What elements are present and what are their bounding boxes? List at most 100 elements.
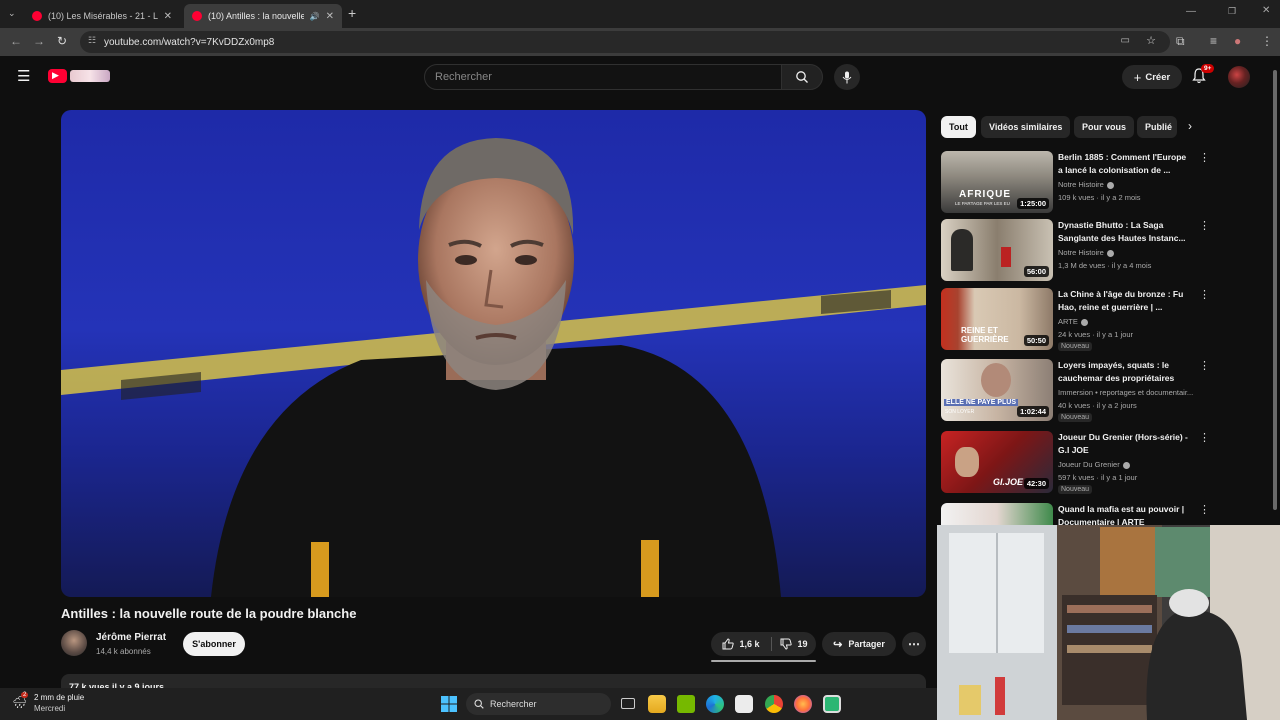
recommendation-item[interactable]: Quand la mafia est au pouvoir | Document… <box>941 503 1211 525</box>
close-tab-icon[interactable]: ✕ <box>326 11 334 22</box>
dislike-button[interactable]: 19 <box>772 632 816 656</box>
page-scrollbar[interactable] <box>1272 60 1278 520</box>
share-button[interactable]: ↪ Partager <box>822 632 896 656</box>
weather-day: Mercredi <box>34 704 66 713</box>
taskbar-search-box[interactable]: Rechercher <box>466 693 611 715</box>
address-bar[interactable]: ☷ youtube.com/watch?v=7KvDDZx0mp8 ▭ ☆ <box>80 31 1170 53</box>
forward-icon[interactable]: → <box>33 34 45 48</box>
extensions-icon[interactable]: ⧉ <box>1176 34 1185 49</box>
create-label: Créer <box>1145 71 1171 83</box>
channel-avatar[interactable] <box>61 630 87 656</box>
tab-search-icon[interactable]: ≡ <box>1210 34 1217 48</box>
subscribe-button[interactable]: S'abonner <box>183 632 245 656</box>
hamburger-menu-icon[interactable]: ☰ <box>17 67 30 85</box>
verified-icon <box>1106 181 1114 189</box>
thumbnail-text: REINE ET GUERRIÈRE <box>961 326 1009 344</box>
recommendation-channel: Immersion • reportages et documentair... <box>1058 388 1194 397</box>
duration-badge: 50:50 <box>1023 335 1049 346</box>
chip-related[interactable]: Vidéos similaires <box>981 116 1071 138</box>
channel-name[interactable]: Jérôme Pierrat <box>96 632 166 643</box>
thumbnail-figure <box>955 447 979 477</box>
duration-badge: 1:02:44 <box>1017 406 1049 417</box>
back-icon[interactable]: ← <box>10 34 22 48</box>
app-icon[interactable] <box>823 695 841 713</box>
like-button[interactable]: 1,6 k <box>711 632 771 656</box>
chip-scroll-right-icon[interactable]: › <box>1188 119 1192 133</box>
share-icon: ↪ <box>833 638 843 651</box>
video-thumbnail[interactable]: AFRIQUE LE PARTAGE PAR LES EU 1:25:00 <box>941 151 1053 213</box>
search-button[interactable] <box>781 64 823 90</box>
youtube-logo[interactable]: ▶ <box>48 68 112 84</box>
weather-badge: 2 <box>21 692 29 698</box>
weather-widget[interactable]: 🌧 2 2 mm de pluie Mercredi <box>12 692 122 716</box>
nvidia-icon[interactable] <box>677 695 695 713</box>
profile-icon[interactable]: ● <box>1234 34 1241 48</box>
tab-list-chevron-icon[interactable]: ⌄ <box>8 8 16 19</box>
video-thumbnail[interactable]: 56:00 <box>941 219 1053 281</box>
file-explorer-icon[interactable] <box>648 695 666 713</box>
task-view-icon[interactable] <box>619 695 637 713</box>
thumbnail-text: GI.JOE <box>993 477 1024 487</box>
youtube-header: ☰ ▶ Rechercher + Créer 9+ <box>0 56 1270 98</box>
bookmark-star-icon[interactable]: ☆ <box>1146 34 1156 47</box>
browser-tab-2[interactable]: (10) Antilles : la nouvelle ro 🔊 ✕ <box>184 4 342 28</box>
minimize-icon[interactable]: — <box>1186 6 1196 17</box>
recommendation-meta: 1,3 M de vues · il y a 4 mois <box>1058 261 1152 270</box>
video-thumbnail[interactable]: GI.JOE 42:30 <box>941 431 1053 493</box>
create-button[interactable]: + Créer <box>1122 65 1182 89</box>
close-tab-icon[interactable]: ✕ <box>164 11 172 22</box>
search-icon <box>796 71 808 83</box>
video-thumbnail[interactable]: ELLE NE PAYE PLUS SON LOYER 1:02:44 <box>941 359 1053 421</box>
chip-all[interactable]: Tout <box>941 116 976 138</box>
chrome-icon[interactable] <box>765 695 783 713</box>
webcam-overlay <box>937 525 1280 720</box>
video-player[interactable] <box>61 110 926 597</box>
video-thumbnail[interactable]: REINE ET GUERRIÈRE 50:50 <box>941 288 1053 350</box>
play-icon: ▶ <box>52 70 59 80</box>
youtube-favicon-icon <box>32 11 42 21</box>
scrollbar-thumb[interactable] <box>1273 70 1277 510</box>
recommendation-item[interactable]: GI.JOE 42:30 Joueur Du Grenier (Hors-sér… <box>941 431 1211 494</box>
more-vertical-icon[interactable]: ⋮ <box>1199 288 1210 301</box>
browser-tab-strip: ⌄ (10) Les Misérables - 21 - La Fa ✕ (10… <box>0 0 1280 28</box>
store-icon[interactable] <box>735 695 753 713</box>
cast-icon[interactable]: ▭ <box>1121 35 1130 46</box>
subscriber-count: 14,4 k abonnés <box>96 647 151 656</box>
more-vertical-icon[interactable]: ⋮ <box>1199 219 1210 232</box>
video-frame-image <box>61 138 926 597</box>
more-vertical-icon[interactable]: ⋮ <box>1199 151 1210 164</box>
notifications-button[interactable]: 9+ <box>1192 64 1215 88</box>
browser-tab-1[interactable]: (10) Les Misérables - 21 - La Fa ✕ <box>24 4 180 28</box>
like-bar-underline <box>711 660 816 662</box>
site-info-icon[interactable]: ☷ <box>88 35 96 46</box>
restore-icon[interactable]: ❐ <box>1228 6 1236 17</box>
reload-icon[interactable]: ↻ <box>57 34 67 48</box>
speaker-icon[interactable]: 🔊 <box>310 12 320 21</box>
recommendation-item[interactable]: REINE ET GUERRIÈRE 50:50 La Chine à l'âg… <box>941 288 1211 351</box>
recommendation-item[interactable]: AFRIQUE LE PARTAGE PAR LES EU 1:25:00 Be… <box>941 151 1211 213</box>
edge-icon[interactable] <box>706 695 724 713</box>
chip-published[interactable]: Publié <box>1137 116 1177 138</box>
start-button[interactable] <box>440 695 458 713</box>
more-vertical-icon[interactable]: ⋮ <box>1199 359 1210 372</box>
chip-for-you[interactable]: Pour vous <box>1074 116 1135 138</box>
more-actions-button[interactable]: ⋯ <box>902 632 926 656</box>
new-badge: Nouveau <box>1058 342 1093 351</box>
tab-title: (10) Antilles : la nouvelle ro <box>208 11 304 21</box>
more-vertical-icon[interactable]: ⋮ <box>1199 431 1210 444</box>
recommendation-title: Loyers impayés, squats : le cauchemar de… <box>1058 360 1175 383</box>
new-tab-icon[interactable]: + <box>348 5 356 21</box>
video-thumbnail[interactable] <box>941 503 1053 525</box>
windows-taskbar: 🌧 2 2 mm de pluie Mercredi Rechercher <box>0 688 937 720</box>
url-text: youtube.com/watch?v=7KvDDZx0mp8 <box>104 36 275 48</box>
account-avatar[interactable] <box>1228 66 1250 88</box>
recommendation-item[interactable]: ELLE NE PAYE PLUS SON LOYER 1:02:44 Loye… <box>941 359 1211 422</box>
voice-search-button[interactable] <box>834 64 860 90</box>
browser-menu-icon[interactable]: ⋮ <box>1261 34 1273 48</box>
more-vertical-icon[interactable]: ⋮ <box>1199 503 1210 516</box>
firefox-icon[interactable] <box>794 695 812 713</box>
thumbnail-figure <box>951 229 973 271</box>
recommendation-item[interactable]: 56:00 Dynastie Bhutto : La Saga Sanglant… <box>941 219 1211 281</box>
search-input[interactable]: Rechercher <box>424 64 782 90</box>
close-window-icon[interactable]: ✕ <box>1262 5 1270 16</box>
